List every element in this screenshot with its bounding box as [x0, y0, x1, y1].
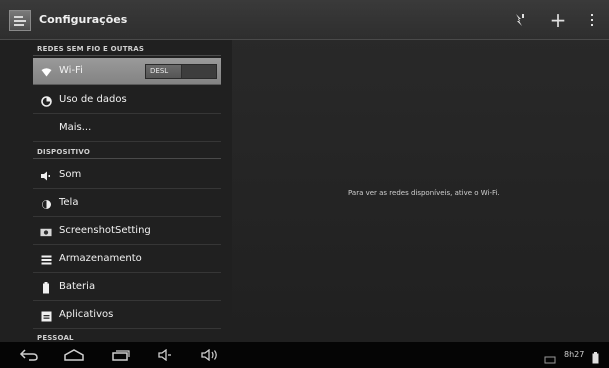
- settings-item-label: ScreenshotSetting: [59, 225, 151, 236]
- wifi-toggle[interactable]: DESL: [145, 64, 217, 79]
- settings-item-more[interactable]: Mais...: [33, 115, 221, 142]
- camera-icon: [40, 226, 52, 238]
- section-header-device: DISPOSITIVO: [37, 148, 91, 156]
- back-icon[interactable]: [18, 347, 40, 363]
- home-icon[interactable]: [63, 347, 85, 363]
- action-bar: Configurações +: [0, 0, 609, 40]
- settings-item-label: Wi-Fi: [59, 65, 83, 76]
- settings-item-wifi[interactable]: Wi-Fi DESL: [33, 58, 221, 85]
- system-nav-bar: 8h27: [0, 342, 609, 368]
- settings-item-label: Aplicativos: [59, 309, 114, 320]
- settings-item-label: Som: [59, 169, 82, 180]
- speaker-icon: [40, 170, 52, 182]
- volume-up-icon[interactable]: [198, 347, 222, 363]
- apps-icon: [40, 310, 52, 322]
- page-title: Configurações: [39, 13, 128, 26]
- settings-item-display[interactable]: Tela: [33, 190, 221, 217]
- settings-item-label: Tela: [59, 197, 79, 208]
- section-divider: [33, 55, 221, 56]
- data-usage-icon: [40, 95, 52, 107]
- settings-item-label: Armazenamento: [59, 253, 142, 264]
- settings-item-label: Mais...: [59, 122, 92, 133]
- settings-item-label: Uso de dados: [59, 94, 127, 105]
- sync-icon[interactable]: [508, 8, 532, 32]
- section-header-wireless: REDES SEM FIO E OUTRAS: [37, 45, 145, 53]
- battery-status-icon: [592, 349, 599, 364]
- screenshot-icon: [544, 350, 556, 364]
- toggle-state-label: DESL: [150, 67, 169, 75]
- battery-icon: [40, 282, 52, 294]
- wifi-off-message: Para ver as redes disponíveis, ative o W…: [348, 189, 500, 197]
- settings-item-battery[interactable]: Bateria: [33, 274, 221, 301]
- storage-icon: [40, 254, 52, 266]
- settings-item-apps[interactable]: Aplicativos: [33, 302, 221, 329]
- recent-apps-icon[interactable]: [110, 347, 132, 363]
- wifi-icon: [40, 66, 52, 78]
- overflow-menu-icon[interactable]: [580, 8, 604, 32]
- settings-app-icon[interactable]: [9, 10, 31, 31]
- volume-down-icon[interactable]: [154, 347, 176, 363]
- settings-item-data-usage[interactable]: Uso de dados: [33, 87, 221, 114]
- settings-item-label: Bateria: [59, 281, 96, 292]
- settings-item-storage[interactable]: Armazenamento: [33, 246, 221, 273]
- wifi-detail-panel: Para ver as redes disponíveis, ative o W…: [232, 40, 609, 342]
- settings-screen: Configurações + REDES SEM FIO E OUTRAS W…: [0, 0, 609, 368]
- status-time: 8h27: [564, 350, 585, 359]
- add-icon[interactable]: +: [546, 8, 570, 32]
- settings-list: REDES SEM FIO E OUTRAS Wi-Fi DESL Uso de…: [0, 40, 232, 342]
- settings-item-sound[interactable]: Som: [33, 162, 221, 189]
- section-header-personal: PESSOAL: [37, 334, 74, 342]
- section-divider: [33, 158, 221, 159]
- brightness-icon: [40, 198, 52, 210]
- settings-item-screenshot[interactable]: ScreenshotSetting: [33, 218, 221, 245]
